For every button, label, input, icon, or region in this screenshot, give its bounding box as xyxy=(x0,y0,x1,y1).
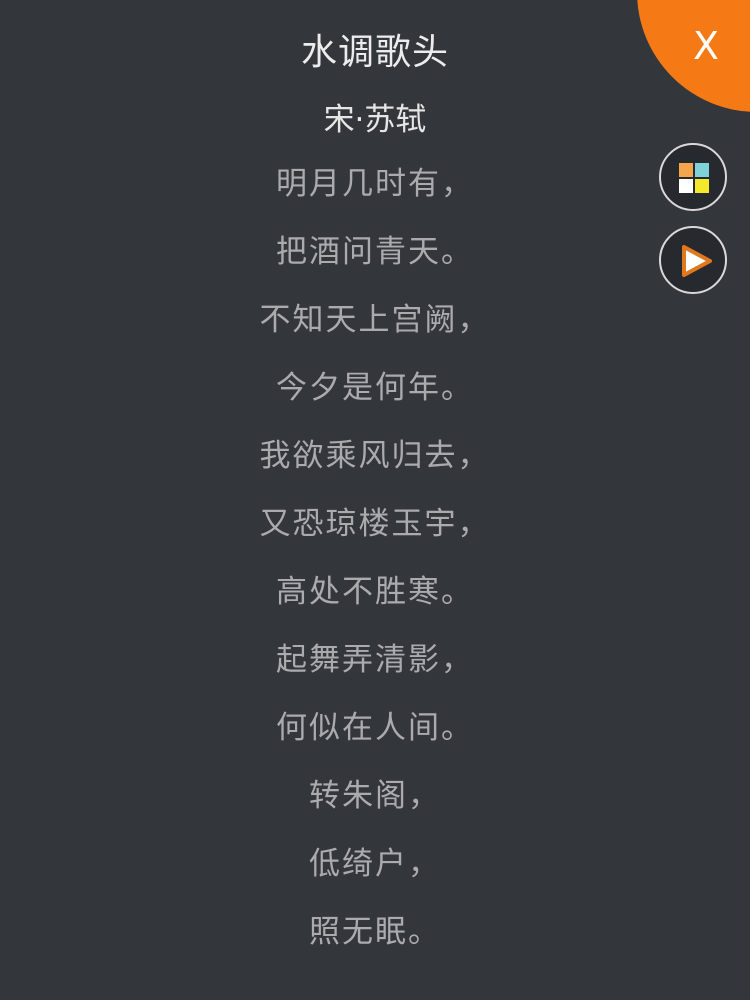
poem-line: 低绮户， xyxy=(309,846,441,882)
poem-line: 不知天上宫阙， xyxy=(259,302,491,338)
poem-lines: 明月几时有， 把酒问青天。 不知天上宫阙， 今夕是何年。 我欲乘风归去， 又恐琼… xyxy=(0,150,750,966)
poem-title: 水调歌头 xyxy=(300,32,449,73)
poem-line: 高处不胜寒。 xyxy=(276,574,474,610)
poem-author: 宋·苏轼 xyxy=(323,102,427,138)
play-button[interactable] xyxy=(659,226,727,294)
layout-grid-button[interactable] xyxy=(659,143,727,211)
poem-line: 把酒问青天。 xyxy=(276,234,474,270)
grid-icon xyxy=(679,163,709,193)
poem-line: 转朱阁， xyxy=(309,778,441,814)
play-icon xyxy=(682,245,712,277)
poem-line: 明月几时有， xyxy=(276,166,474,202)
poem-screen: 水调歌头 宋·苏轼 明月几时有， 把酒问青天。 不知天上宫阙， 今夕是何年。 我… xyxy=(0,0,750,1000)
poem-line: 我欲乘风归去， xyxy=(259,438,491,474)
poem-line: 今夕是何年。 xyxy=(276,370,474,406)
poem-line: 何似在人间。 xyxy=(276,710,474,746)
poem-line: 照无眠。 xyxy=(309,914,441,950)
poem-line: 起舞弄清影， xyxy=(276,642,474,678)
poem-line: 又恐琼楼玉宇， xyxy=(259,506,491,542)
